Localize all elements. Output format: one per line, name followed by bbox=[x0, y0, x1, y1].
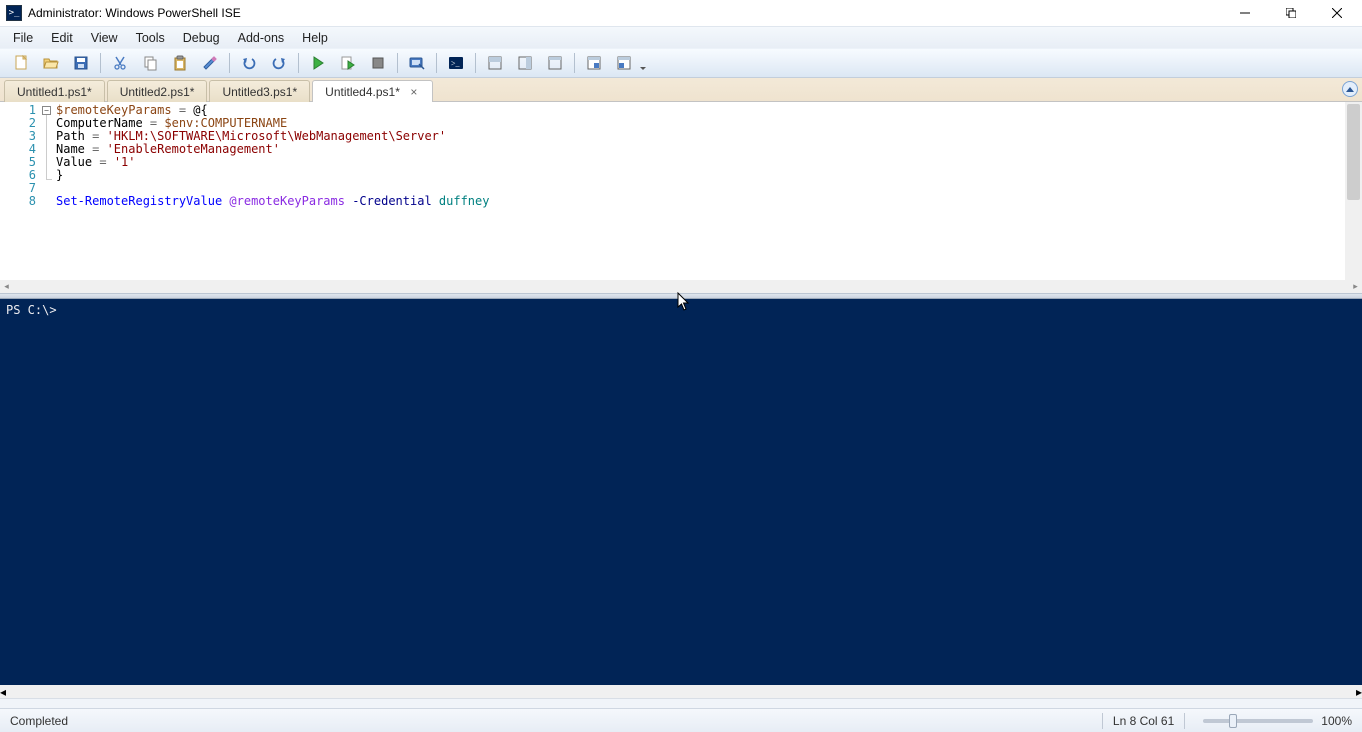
menu-help[interactable]: Help bbox=[293, 29, 337, 47]
run-button[interactable] bbox=[305, 51, 331, 75]
zoom-slider[interactable] bbox=[1203, 719, 1313, 723]
toolbar-sep bbox=[229, 53, 230, 73]
undo-button[interactable] bbox=[236, 51, 262, 75]
toolbar-sep bbox=[298, 53, 299, 73]
line-number-gutter: 12345678 bbox=[0, 102, 42, 280]
fold-column: − bbox=[42, 102, 54, 280]
scrollbar-thumb[interactable] bbox=[1347, 104, 1360, 200]
status-separator bbox=[1184, 713, 1185, 729]
editor-horizontal-scrollbar[interactable]: ◂ ▸ bbox=[0, 280, 1362, 293]
title-bar: >_ Administrator: Windows PowerShell ISE bbox=[0, 0, 1362, 26]
tab-close-icon[interactable]: × bbox=[408, 85, 420, 99]
layout-script-max-button[interactable] bbox=[542, 51, 568, 75]
tab-untitled1[interactable]: Untitled1.ps1* bbox=[4, 80, 105, 102]
save-button[interactable] bbox=[68, 51, 94, 75]
console-horizontal-scrollbar[interactable]: ◂ ▸ bbox=[0, 685, 1362, 698]
close-button[interactable] bbox=[1314, 0, 1360, 26]
zoom-level: 100% bbox=[1321, 714, 1352, 728]
tab-label: Untitled2.ps1* bbox=[120, 85, 195, 99]
toolbar-overflow[interactable] bbox=[639, 51, 647, 75]
menu-addons[interactable]: Add-ons bbox=[229, 29, 294, 47]
minimize-button[interactable] bbox=[1222, 0, 1268, 26]
script-editor[interactable]: 12345678 − $remoteKeyParams = @{ Compute… bbox=[0, 102, 1362, 280]
tab-untitled4[interactable]: Untitled4.ps1* × bbox=[312, 80, 433, 102]
status-bar: Completed Ln 8 Col 61 100% bbox=[0, 708, 1362, 732]
editor-vertical-scrollbar[interactable] bbox=[1345, 102, 1362, 280]
menu-bar: File Edit View Tools Debug Add-ons Help bbox=[0, 26, 1362, 48]
show-command-addon-button[interactable] bbox=[611, 51, 637, 75]
toolbar-sep bbox=[574, 53, 575, 73]
cursor-position: Ln 8 Col 61 bbox=[1113, 714, 1174, 728]
powershell-button[interactable]: >_ bbox=[443, 51, 469, 75]
scroll-left-icon[interactable]: ◂ bbox=[0, 280, 13, 293]
clear-button[interactable] bbox=[197, 51, 223, 75]
redo-button[interactable] bbox=[266, 51, 292, 75]
tab-strip: Untitled1.ps1* Untitled2.ps1* Untitled3.… bbox=[0, 78, 1362, 102]
menu-view[interactable]: View bbox=[82, 29, 127, 47]
status-message: Completed bbox=[10, 714, 1092, 728]
scroll-right-icon[interactable]: ▸ bbox=[1356, 685, 1362, 699]
layout-script-right-button[interactable] bbox=[512, 51, 538, 75]
window-controls bbox=[1222, 0, 1360, 26]
toolbar-sep bbox=[100, 53, 101, 73]
stop-button[interactable] bbox=[365, 51, 391, 75]
cut-button[interactable] bbox=[107, 51, 133, 75]
zoom-thumb[interactable] bbox=[1229, 714, 1237, 728]
scroll-right-icon[interactable]: ▸ bbox=[1349, 280, 1362, 293]
menu-edit[interactable]: Edit bbox=[42, 29, 82, 47]
show-command-button[interactable] bbox=[581, 51, 607, 75]
remote-button[interactable] bbox=[404, 51, 430, 75]
paste-button[interactable] bbox=[167, 51, 193, 75]
tab-untitled2[interactable]: Untitled2.ps1* bbox=[107, 80, 208, 102]
layout-script-top-button[interactable] bbox=[482, 51, 508, 75]
run-selection-button[interactable] bbox=[335, 51, 361, 75]
menu-tools[interactable]: Tools bbox=[127, 29, 174, 47]
svg-text:>_: >_ bbox=[451, 59, 461, 68]
toolbar-sep bbox=[475, 53, 476, 73]
toolbar: >_ bbox=[0, 48, 1362, 78]
toolbar-sep bbox=[397, 53, 398, 73]
copy-button[interactable] bbox=[137, 51, 163, 75]
maximize-button[interactable] bbox=[1268, 0, 1314, 26]
console-prompt: PS C:\> bbox=[6, 303, 57, 317]
tab-label: Untitled1.ps1* bbox=[17, 85, 92, 99]
tab-label: Untitled4.ps1* bbox=[325, 85, 400, 99]
tab-untitled3[interactable]: Untitled3.ps1* bbox=[209, 80, 310, 102]
scroll-left-icon[interactable]: ◂ bbox=[0, 685, 6, 699]
tab-label: Untitled3.ps1* bbox=[222, 85, 297, 99]
status-separator bbox=[1102, 713, 1103, 729]
collapse-script-pane-button[interactable] bbox=[1342, 81, 1358, 97]
open-button[interactable] bbox=[38, 51, 64, 75]
window-title: Administrator: Windows PowerShell ISE bbox=[28, 6, 1222, 20]
app-icon: >_ bbox=[6, 5, 22, 21]
console-pane[interactable]: PS C:\> bbox=[0, 299, 1362, 685]
menu-file[interactable]: File bbox=[4, 29, 42, 47]
toolbar-sep bbox=[436, 53, 437, 73]
new-button[interactable] bbox=[8, 51, 34, 75]
code-content[interactable]: $remoteKeyParams = @{ ComputerName = $en… bbox=[54, 102, 489, 280]
fold-toggle-icon[interactable]: − bbox=[42, 106, 51, 115]
menu-debug[interactable]: Debug bbox=[174, 29, 229, 47]
